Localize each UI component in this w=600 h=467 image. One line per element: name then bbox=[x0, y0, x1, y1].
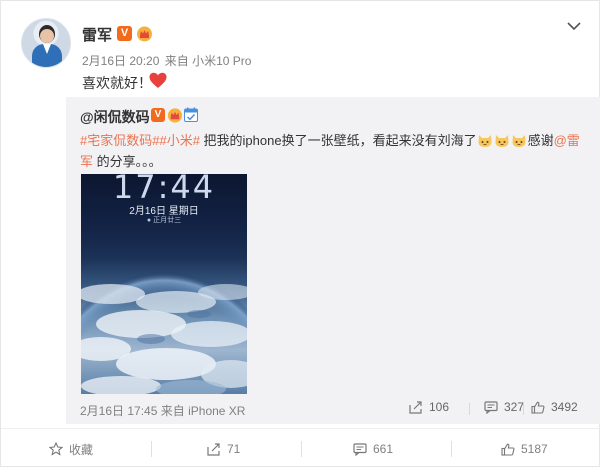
cat-face-emoji-icon bbox=[495, 135, 509, 147]
repost-meta: 2月16日 17:45 来自 iPhone XR bbox=[80, 402, 245, 419]
repost-button[interactable]: 71 bbox=[207, 429, 240, 467]
thumbs-up-icon bbox=[501, 443, 515, 456]
cat-face-emoji-icon bbox=[512, 135, 526, 147]
calendar-check-icon bbox=[184, 107, 198, 122]
repost-time[interactable]: 2月16日 17:45 bbox=[80, 404, 157, 418]
post-text: 喜欢就好！ bbox=[82, 75, 152, 91]
share-icon bbox=[409, 400, 422, 414]
repost-repost-button[interactable]: 106 bbox=[409, 400, 449, 414]
comment-icon bbox=[484, 400, 498, 414]
weibo-post-card: 雷军 V 2月16日 20:20 来自 小米10 Pro 喜欢就好！ @闲侃数码… bbox=[0, 0, 600, 467]
like-count: 5187 bbox=[521, 442, 548, 456]
crown-icon bbox=[137, 26, 152, 42]
repost-text-part-3: 的分享。。。 bbox=[93, 154, 162, 169]
post-source[interactable]: 小米10 Pro bbox=[192, 54, 251, 68]
wallpaper-screenshot-image[interactable]: 17:44 2月16日 星期日 ● 正月廿三 bbox=[81, 174, 247, 394]
share-icon bbox=[207, 442, 220, 456]
comment-icon bbox=[353, 442, 367, 456]
author-avatar[interactable] bbox=[21, 18, 71, 68]
repost-text-part-1: 把我的iphone换了一张壁纸，看起来没有刘海了 bbox=[199, 133, 477, 148]
repost-repost-count: 106 bbox=[429, 400, 450, 414]
repost-like-button[interactable]: 3492 bbox=[531, 400, 578, 414]
post-meta: 2月16日 20:20 来自 小米10 Pro bbox=[82, 52, 251, 69]
author-name[interactable]: 雷军 bbox=[82, 24, 112, 45]
collect-label: 收藏 bbox=[69, 442, 94, 457]
action-bar: 收藏 71 661 5187 bbox=[1, 428, 600, 467]
comment-count: 661 bbox=[373, 442, 394, 456]
post-time[interactable]: 2月16日 20:20 bbox=[82, 54, 159, 68]
repost-comment-button[interactable]: 327 bbox=[484, 400, 524, 414]
repost-source[interactable]: iPhone XR bbox=[188, 404, 245, 418]
thumbs-up-icon bbox=[531, 401, 545, 414]
source-prefix: 来自 bbox=[160, 404, 185, 418]
verified-badge-icon: V bbox=[117, 26, 132, 41]
repost-text: #宅家侃数码##小米# 把我的iphone换了一张壁纸，看起来没有刘海了 感谢@雷… bbox=[80, 130, 585, 172]
verified-badge-icon: V bbox=[151, 108, 165, 122]
repost-comment-count: 327 bbox=[504, 400, 525, 414]
star-icon bbox=[49, 442, 63, 456]
chevron-down-icon[interactable] bbox=[567, 21, 581, 31]
comment-button[interactable]: 661 bbox=[353, 429, 393, 467]
crown-icon bbox=[167, 108, 183, 123]
like-button[interactable]: 5187 bbox=[501, 429, 548, 467]
repost-like-count: 3492 bbox=[551, 400, 578, 414]
repost-author[interactable]: @闲侃数码 bbox=[80, 107, 150, 127]
source-prefix: 来自 bbox=[164, 54, 189, 68]
red-heart-icon bbox=[149, 72, 167, 88]
cat-face-emoji-icon bbox=[478, 135, 492, 147]
repost-text-part-2: 感谢 bbox=[527, 133, 554, 148]
repost-count: 71 bbox=[227, 442, 241, 456]
lockscreen-lunar: ● 正月廿三 bbox=[146, 217, 182, 224]
repost-box: @闲侃数码 V #宅家侃数码##小米# 把我的iphone换了一张壁纸，看起来没… bbox=[66, 97, 600, 424]
collect-button[interactable]: 收藏 bbox=[49, 429, 93, 467]
topic-tags[interactable]: #宅家侃数码##小米# bbox=[80, 133, 200, 148]
